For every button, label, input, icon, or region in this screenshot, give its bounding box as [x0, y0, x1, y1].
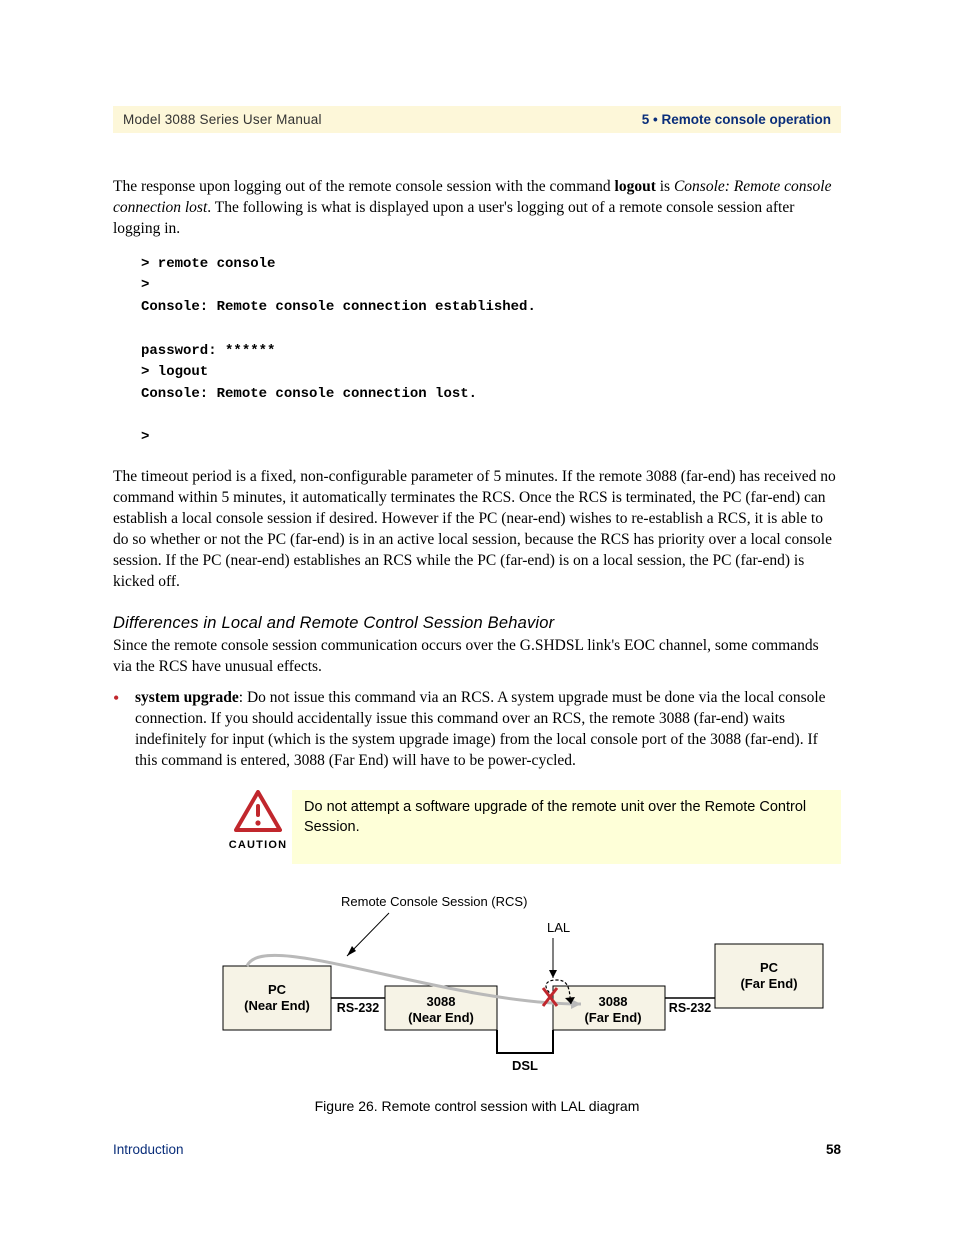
bullet-text: system upgrade: Do not issue this comman… — [135, 688, 841, 772]
n3088-l2: (Near End) — [408, 1010, 474, 1025]
page-number: 58 — [826, 1142, 841, 1157]
header-right: 5 • Remote console operation — [642, 112, 831, 127]
text: is — [656, 178, 674, 195]
pc-near-l1: PC — [268, 982, 287, 997]
dsl-label: DSL — [512, 1058, 538, 1073]
text: . The following is what is displayed upo… — [113, 199, 794, 237]
bullet-body: : Do not issue this command via an RCS. … — [135, 689, 826, 769]
caution-triangle-icon — [234, 790, 282, 832]
page: Model 3088 Series User Manual 5 • Remote… — [0, 0, 954, 1235]
rcs-label: Remote Console Session (RCS) — [341, 894, 527, 909]
figure: Remote Console Session (RCS) LAL PC (Nea… — [113, 888, 841, 1114]
lal-label: LAL — [547, 920, 570, 935]
caution-block: CAUTION Do not attempt a software upgrad… — [228, 790, 841, 864]
header-left: Model 3088 Series User Manual — [123, 112, 322, 127]
n3088-l1: 3088 — [427, 994, 456, 1009]
f3088-l2: (Far End) — [584, 1010, 641, 1025]
pc-far-l1: PC — [760, 960, 779, 975]
bullet-item: • system upgrade: Do not issue this comm… — [113, 688, 841, 772]
timeout-paragraph: The timeout period is a fixed, non-confi… — [113, 467, 841, 593]
pc-near-l2: (Near End) — [244, 998, 310, 1013]
intro-paragraph: The response upon logging out of the rem… — [113, 177, 841, 240]
figure-caption: Figure 26. Remote control session with L… — [113, 1098, 841, 1114]
caution-label: CAUTION — [228, 839, 288, 851]
caution-text: Do not attempt a software upgrade of the… — [292, 790, 841, 864]
section-heading: Differences in Local and Remote Control … — [113, 614, 841, 633]
f3088-l1: 3088 — [599, 994, 628, 1009]
rs232-right: RS-232 — [669, 1001, 711, 1015]
bullet-icon: • — [113, 688, 135, 772]
footer: Introduction 58 — [113, 1142, 841, 1157]
logout-command: logout — [615, 178, 656, 195]
console-output: > remote console > Console: Remote conso… — [141, 254, 841, 449]
bullet-lead: system upgrade — [135, 689, 239, 706]
lal-diagram: Remote Console Session (RCS) LAL PC (Nea… — [113, 888, 841, 1088]
eoc-paragraph: Since the remote console session communi… — [113, 636, 841, 678]
text: The response upon logging out of the rem… — [113, 178, 615, 195]
header-bar: Model 3088 Series User Manual 5 • Remote… — [113, 106, 841, 133]
rs232-left: RS-232 — [337, 1001, 379, 1015]
pc-far-l2: (Far End) — [740, 976, 797, 991]
footer-section: Introduction — [113, 1142, 184, 1157]
caution-icon-col: CAUTION — [228, 790, 288, 851]
